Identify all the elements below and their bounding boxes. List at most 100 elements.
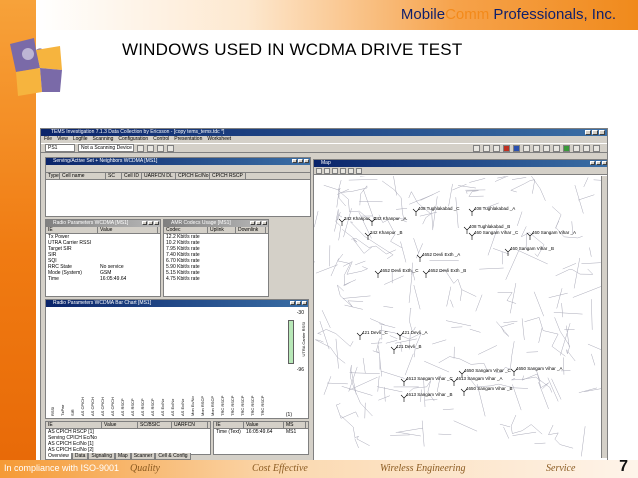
column-header[interactable]: MS — [284, 422, 306, 428]
close-icon[interactable] — [302, 301, 307, 305]
column-header[interactable]: Cell name — [60, 173, 106, 179]
cell-site-label[interactable]: 4650 Sangam Vihar _C — [464, 368, 511, 373]
forward-icon[interactable] — [493, 144, 500, 152]
help-icon[interactable] — [593, 144, 600, 152]
maximize-icon[interactable] — [256, 221, 261, 225]
cell-site-label[interactable]: 342 Khanpur _C — [344, 216, 378, 221]
column-header[interactable]: Codec — [164, 227, 208, 233]
record-red-icon[interactable] — [503, 144, 510, 152]
menu-scanning[interactable]: Scanning — [93, 136, 114, 143]
menu-file[interactable]: File — [44, 136, 52, 143]
info-icon[interactable] — [513, 144, 520, 152]
pan-icon[interactable] — [340, 167, 346, 174]
cell-site-label[interactable]: 4652 Devli Exth _A — [422, 252, 460, 257]
close-icon[interactable] — [262, 221, 267, 225]
menu-presentation[interactable]: Presentation — [174, 136, 202, 143]
column-header[interactable]: IE — [46, 227, 98, 233]
maximize-icon[interactable] — [296, 301, 301, 305]
menu-view[interactable]: View — [57, 136, 68, 143]
tab-map[interactable]: Map — [114, 453, 131, 460]
column-header[interactable]: UARFCN — [172, 422, 208, 428]
menu-logfile[interactable]: Logfile — [73, 136, 88, 143]
close-icon[interactable] — [599, 130, 605, 135]
menu-worksheet[interactable]: Worksheet — [207, 136, 231, 143]
tab-scanner[interactable]: Scanner — [130, 453, 156, 460]
column-header[interactable]: SC/BSIC — [138, 422, 172, 428]
cell-site-label[interactable]: 460 Sangam Vihar _B — [510, 246, 554, 251]
device-combo[interactable]: PS1 — [45, 144, 75, 152]
close-icon[interactable] — [304, 159, 309, 163]
cell-site-label[interactable]: 4650 Sangam Vihar _B — [466, 386, 512, 391]
cell-site-label[interactable]: 4613 Sangam Vihar _A — [456, 376, 502, 381]
column-header[interactable]: SC — [106, 173, 122, 179]
minimize-icon[interactable] — [585, 130, 591, 135]
print-icon[interactable] — [583, 144, 590, 152]
play-icon[interactable] — [473, 144, 480, 152]
minimize-icon[interactable] — [290, 301, 295, 305]
column-header[interactable]: Cell ID — [122, 173, 142, 179]
record-icon[interactable] — [157, 144, 164, 152]
minimize-icon[interactable] — [292, 159, 297, 163]
cell-site-label[interactable]: 460 Sangam Vihar _A — [532, 230, 576, 235]
layers-icon[interactable] — [348, 167, 354, 174]
menu-configuration[interactable]: Configuration — [118, 136, 148, 143]
grid-icon[interactable] — [543, 144, 550, 152]
cell-site-label[interactable]: 4613 Sangam Vihar _B — [406, 392, 452, 397]
tab-overview[interactable]: Overview — [45, 453, 72, 460]
column-header[interactable]: Value — [244, 422, 284, 428]
column-header[interactable]: CPICH Ec/No — [176, 173, 210, 179]
column-header[interactable]: Type — [46, 173, 60, 179]
cell-site-label[interactable]: 421 Devli _B — [396, 344, 422, 349]
ruler-icon[interactable] — [356, 167, 362, 174]
stop-icon[interactable] — [167, 144, 174, 152]
zoom-in-icon[interactable] — [324, 167, 330, 174]
cell-site-label[interactable]: 342 Khanpur _A — [374, 216, 407, 221]
step-icon[interactable] — [533, 144, 540, 152]
zoom-out-icon[interactable] — [332, 167, 338, 174]
minimize-icon[interactable] — [250, 221, 255, 225]
disconnect-icon[interactable] — [147, 144, 154, 152]
chart-icon[interactable] — [563, 144, 570, 152]
table-icon[interactable] — [553, 144, 560, 152]
column-header[interactable]: UARFCN DL — [142, 173, 176, 179]
cell-site-label[interactable]: 408 Tughlakabad _A — [474, 206, 515, 211]
maximize-icon[interactable] — [148, 221, 153, 225]
pointer-icon[interactable] — [316, 167, 322, 174]
map-canvas[interactable]: 408 Tughlakabad _C 408 Tughlakabad _A 342 … — [314, 176, 602, 458]
column-header[interactable]: Value — [98, 227, 158, 233]
cell-site-label[interactable]: 4652 Devli Exth _B — [428, 268, 466, 273]
bar-x-label: TRC RSCP — [260, 395, 265, 416]
cell-site-label[interactable]: 342 Khanpur _B — [370, 230, 403, 235]
column-header[interactable]: Uplink — [208, 227, 236, 233]
minimize-icon[interactable] — [142, 221, 147, 225]
cell-site-label[interactable]: 421 Devli _C — [362, 330, 389, 335]
tab-cell-config[interactable]: Cell & Config — [155, 453, 191, 460]
column-header[interactable]: Downlink — [236, 227, 266, 233]
cell-site-label[interactable]: 4650 Sangam Vihar _A — [516, 366, 562, 371]
maximize-icon[interactable] — [596, 161, 601, 165]
maximize-icon[interactable] — [298, 159, 303, 163]
close-icon[interactable] — [154, 221, 159, 225]
pause-icon[interactable] — [523, 144, 530, 152]
maximize-icon[interactable] — [592, 130, 598, 135]
column-header[interactable]: IE — [46, 422, 102, 428]
minimize-icon[interactable] — [590, 161, 595, 165]
column-header[interactable]: IE — [214, 422, 244, 428]
tab-signaling[interactable]: Signaling — [88, 453, 115, 460]
menu-control[interactable]: Control — [153, 136, 169, 143]
column-header[interactable]: CPICH RSCP — [210, 173, 246, 179]
cell-site-label[interactable]: 408 Tughlakabad _C — [418, 206, 460, 211]
close-icon[interactable] — [602, 161, 607, 165]
cell-site-label[interactable]: 408 Tughlakabad _B — [469, 224, 510, 229]
rewind-icon[interactable] — [483, 144, 490, 152]
connect-icon[interactable] — [137, 144, 144, 152]
cell-site-label[interactable]: 4613 Sangam Vihar _C — [406, 376, 453, 381]
column-header[interactable]: Value — [102, 422, 138, 428]
cell-site-label[interactable]: 460 Sangam Vihar _C — [474, 230, 519, 235]
cell-site-label[interactable]: 4652 Devli Exth _C — [380, 268, 419, 273]
tab-data[interactable]: Data — [71, 453, 89, 460]
mode-combo[interactable]: Not a Scanning Device — [78, 144, 134, 152]
map-vertical-scrollbar[interactable] — [601, 176, 607, 458]
cell-site-label[interactable]: 421 Devli _A — [402, 330, 428, 335]
save-icon[interactable] — [573, 144, 580, 152]
